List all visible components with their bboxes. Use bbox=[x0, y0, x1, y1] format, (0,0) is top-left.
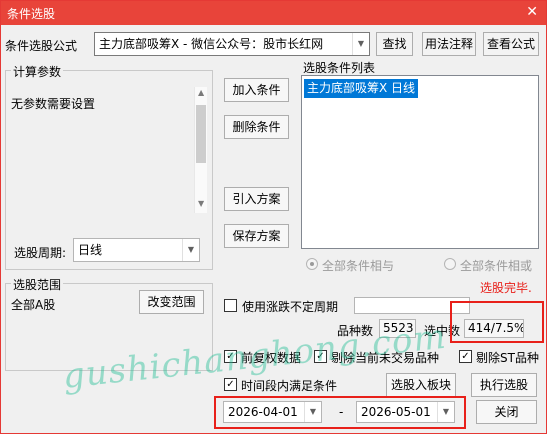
exclude-st-label: 剔除ST品种 bbox=[476, 351, 539, 365]
prev-adjust-checkbox[interactable]: ✓ bbox=[224, 350, 237, 363]
radio-and-label: 全部条件相与 bbox=[322, 259, 395, 273]
time-range-label: 时间段内满足条件 bbox=[241, 379, 338, 393]
radio-and[interactable] bbox=[306, 258, 318, 270]
period-select[interactable]: 日线 ▼ bbox=[73, 238, 200, 262]
usage-notes-button[interactable]: 用法注释 bbox=[422, 32, 476, 56]
scroll-down-icon[interactable]: ▼ bbox=[198, 199, 204, 208]
stock-count-field: 5523 bbox=[379, 319, 416, 338]
exclude-untraded-checkbox[interactable]: ✓ bbox=[314, 350, 327, 363]
radio-or-label: 全部条件相或 bbox=[460, 259, 533, 273]
highlight-box-dates bbox=[214, 396, 466, 429]
prev-adjust-label: 前复权数据 bbox=[241, 351, 302, 365]
period-select-value: 日线 bbox=[78, 243, 103, 257]
save-plan-button[interactable]: 保存方案 bbox=[224, 224, 289, 248]
formula-select[interactable]: 主力底部吸筹X - 微信公众号：股市长红网 ▼ bbox=[94, 32, 370, 56]
import-plan-button[interactable]: 引入方案 bbox=[224, 187, 289, 211]
time-range-checkbox[interactable]: ✓ bbox=[224, 378, 237, 391]
add-to-block-button[interactable]: 选股入板块 bbox=[386, 373, 456, 397]
variable-period-checkbox[interactable] bbox=[224, 299, 237, 312]
remove-condition-button[interactable]: 删除条件 bbox=[224, 115, 289, 139]
formula-select-value: 主力底部吸筹X - 微信公众号：股市长红网 bbox=[99, 37, 324, 51]
condition-list[interactable]: 主力底部吸筹X 日线 bbox=[301, 75, 539, 249]
change-scope-button[interactable]: 改变范围 bbox=[139, 290, 204, 314]
scope-text: 全部A股 bbox=[11, 298, 56, 312]
search-button[interactable]: 查找 bbox=[376, 32, 413, 56]
condition-list-label: 选股条件列表 bbox=[303, 61, 376, 75]
exclude-st-checkbox[interactable]: ✓ bbox=[459, 350, 472, 363]
radio-or[interactable] bbox=[444, 258, 456, 270]
chevron-down-icon[interactable]: ▼ bbox=[182, 239, 199, 261]
scroll-up-icon[interactable]: ▲ bbox=[198, 88, 204, 97]
add-condition-button[interactable]: 加入条件 bbox=[224, 78, 289, 102]
list-item[interactable]: 主力底部吸筹X 日线 bbox=[304, 79, 419, 98]
close-icon[interactable]: ✕ bbox=[526, 3, 538, 21]
run-selection-button[interactable]: 执行选股 bbox=[471, 373, 537, 397]
formula-label: 条件选股公式 bbox=[5, 39, 78, 53]
highlight-box-selected bbox=[450, 301, 544, 343]
close-button[interactable]: 关闭 bbox=[476, 400, 537, 424]
exclude-untraded-label: 剔除当前未交易品种 bbox=[331, 351, 440, 365]
view-formula-button[interactable]: 查看公式 bbox=[483, 32, 539, 56]
params-group-label: 计算参数 bbox=[11, 63, 64, 80]
params-text: 无参数需要设置 bbox=[11, 97, 96, 111]
chevron-down-icon[interactable]: ▼ bbox=[352, 33, 369, 55]
condition-stock-selection-dialog: 条件选股 ✕ 条件选股公式 主力底部吸筹X - 微信公众号：股市长红网 ▼ 查找… bbox=[0, 0, 547, 434]
params-scrollbar[interactable]: ▲ ▼ bbox=[194, 87, 207, 213]
window-title: 条件选股 bbox=[7, 7, 56, 21]
stock-count-label: 品种数 bbox=[337, 324, 374, 338]
period-label: 选股周期: bbox=[14, 246, 67, 260]
scrollbar-thumb[interactable] bbox=[196, 105, 206, 163]
status-text: 选股完毕. bbox=[480, 281, 532, 295]
title-bar: 条件选股 ✕ bbox=[1, 1, 546, 25]
scope-group-label: 选股范围 bbox=[11, 276, 64, 293]
variable-period-label: 使用涨跌不定周期 bbox=[242, 300, 339, 314]
